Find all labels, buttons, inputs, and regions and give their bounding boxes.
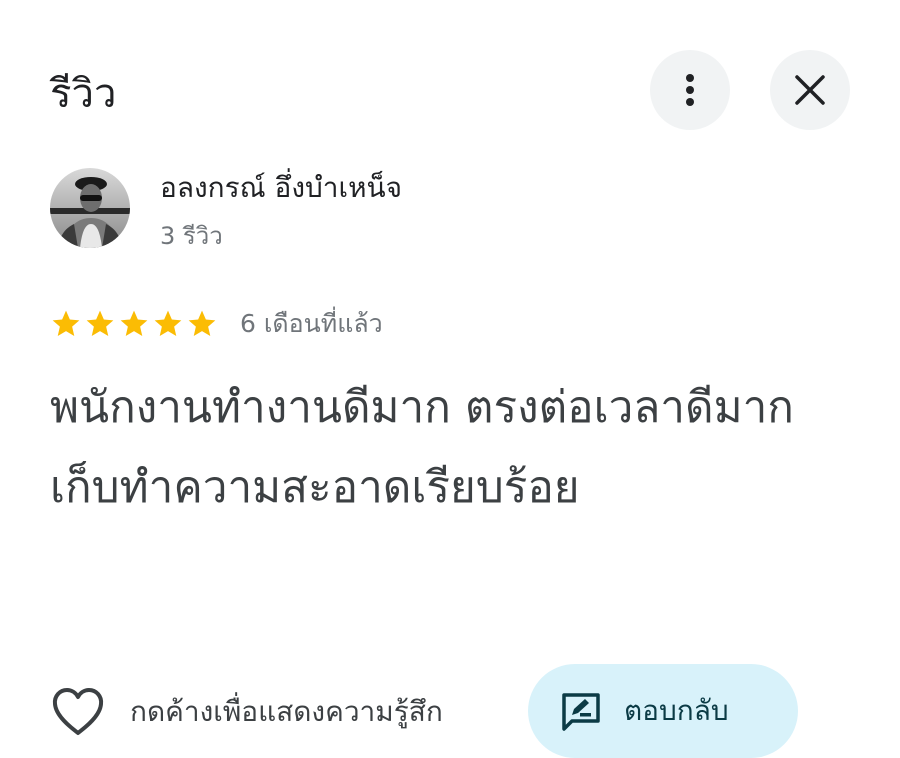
star-rating [50, 308, 218, 340]
star-icon [154, 310, 182, 336]
star-icon [52, 310, 80, 336]
reply-button[interactable]: ตอบกลับ [528, 664, 798, 758]
close-button[interactable] [770, 50, 850, 130]
review-text: พนักงานทำงานดีมาก ตรงต่อเวลาดีมาก เก็บทำ… [50, 382, 794, 513]
close-icon [795, 75, 825, 105]
avatar[interactable] [50, 168, 130, 248]
star-icon [86, 310, 114, 336]
like-button[interactable]: กดค้างเพื่อแสดงความรู้สึก [50, 682, 443, 742]
star-icon [188, 310, 216, 336]
review-time: 6 เดือนที่แล้ว [240, 309, 383, 338]
heart-outline-icon [52, 688, 104, 735]
reviewer-review-count: 3 รีวิว [160, 222, 223, 250]
like-label: กดค้างเพื่อแสดงความรู้สึก [130, 695, 443, 728]
reviewer-name[interactable]: อลงกรณ์ อึ่งบำเหน็จ [160, 168, 402, 208]
rate-review-icon [562, 693, 600, 731]
review-dialog: รีวิว อลงกรณ์ อึ่งบำเหน็จ 3 รีวิว 6 เดือ… [0, 0, 900, 758]
avatar-photo [50, 168, 130, 248]
more-options-button[interactable] [650, 50, 730, 130]
more-vert-icon [686, 74, 694, 106]
page-title: รีวิว [50, 71, 117, 117]
reply-label: ตอบกลับ [624, 694, 729, 727]
star-icon [120, 310, 148, 336]
